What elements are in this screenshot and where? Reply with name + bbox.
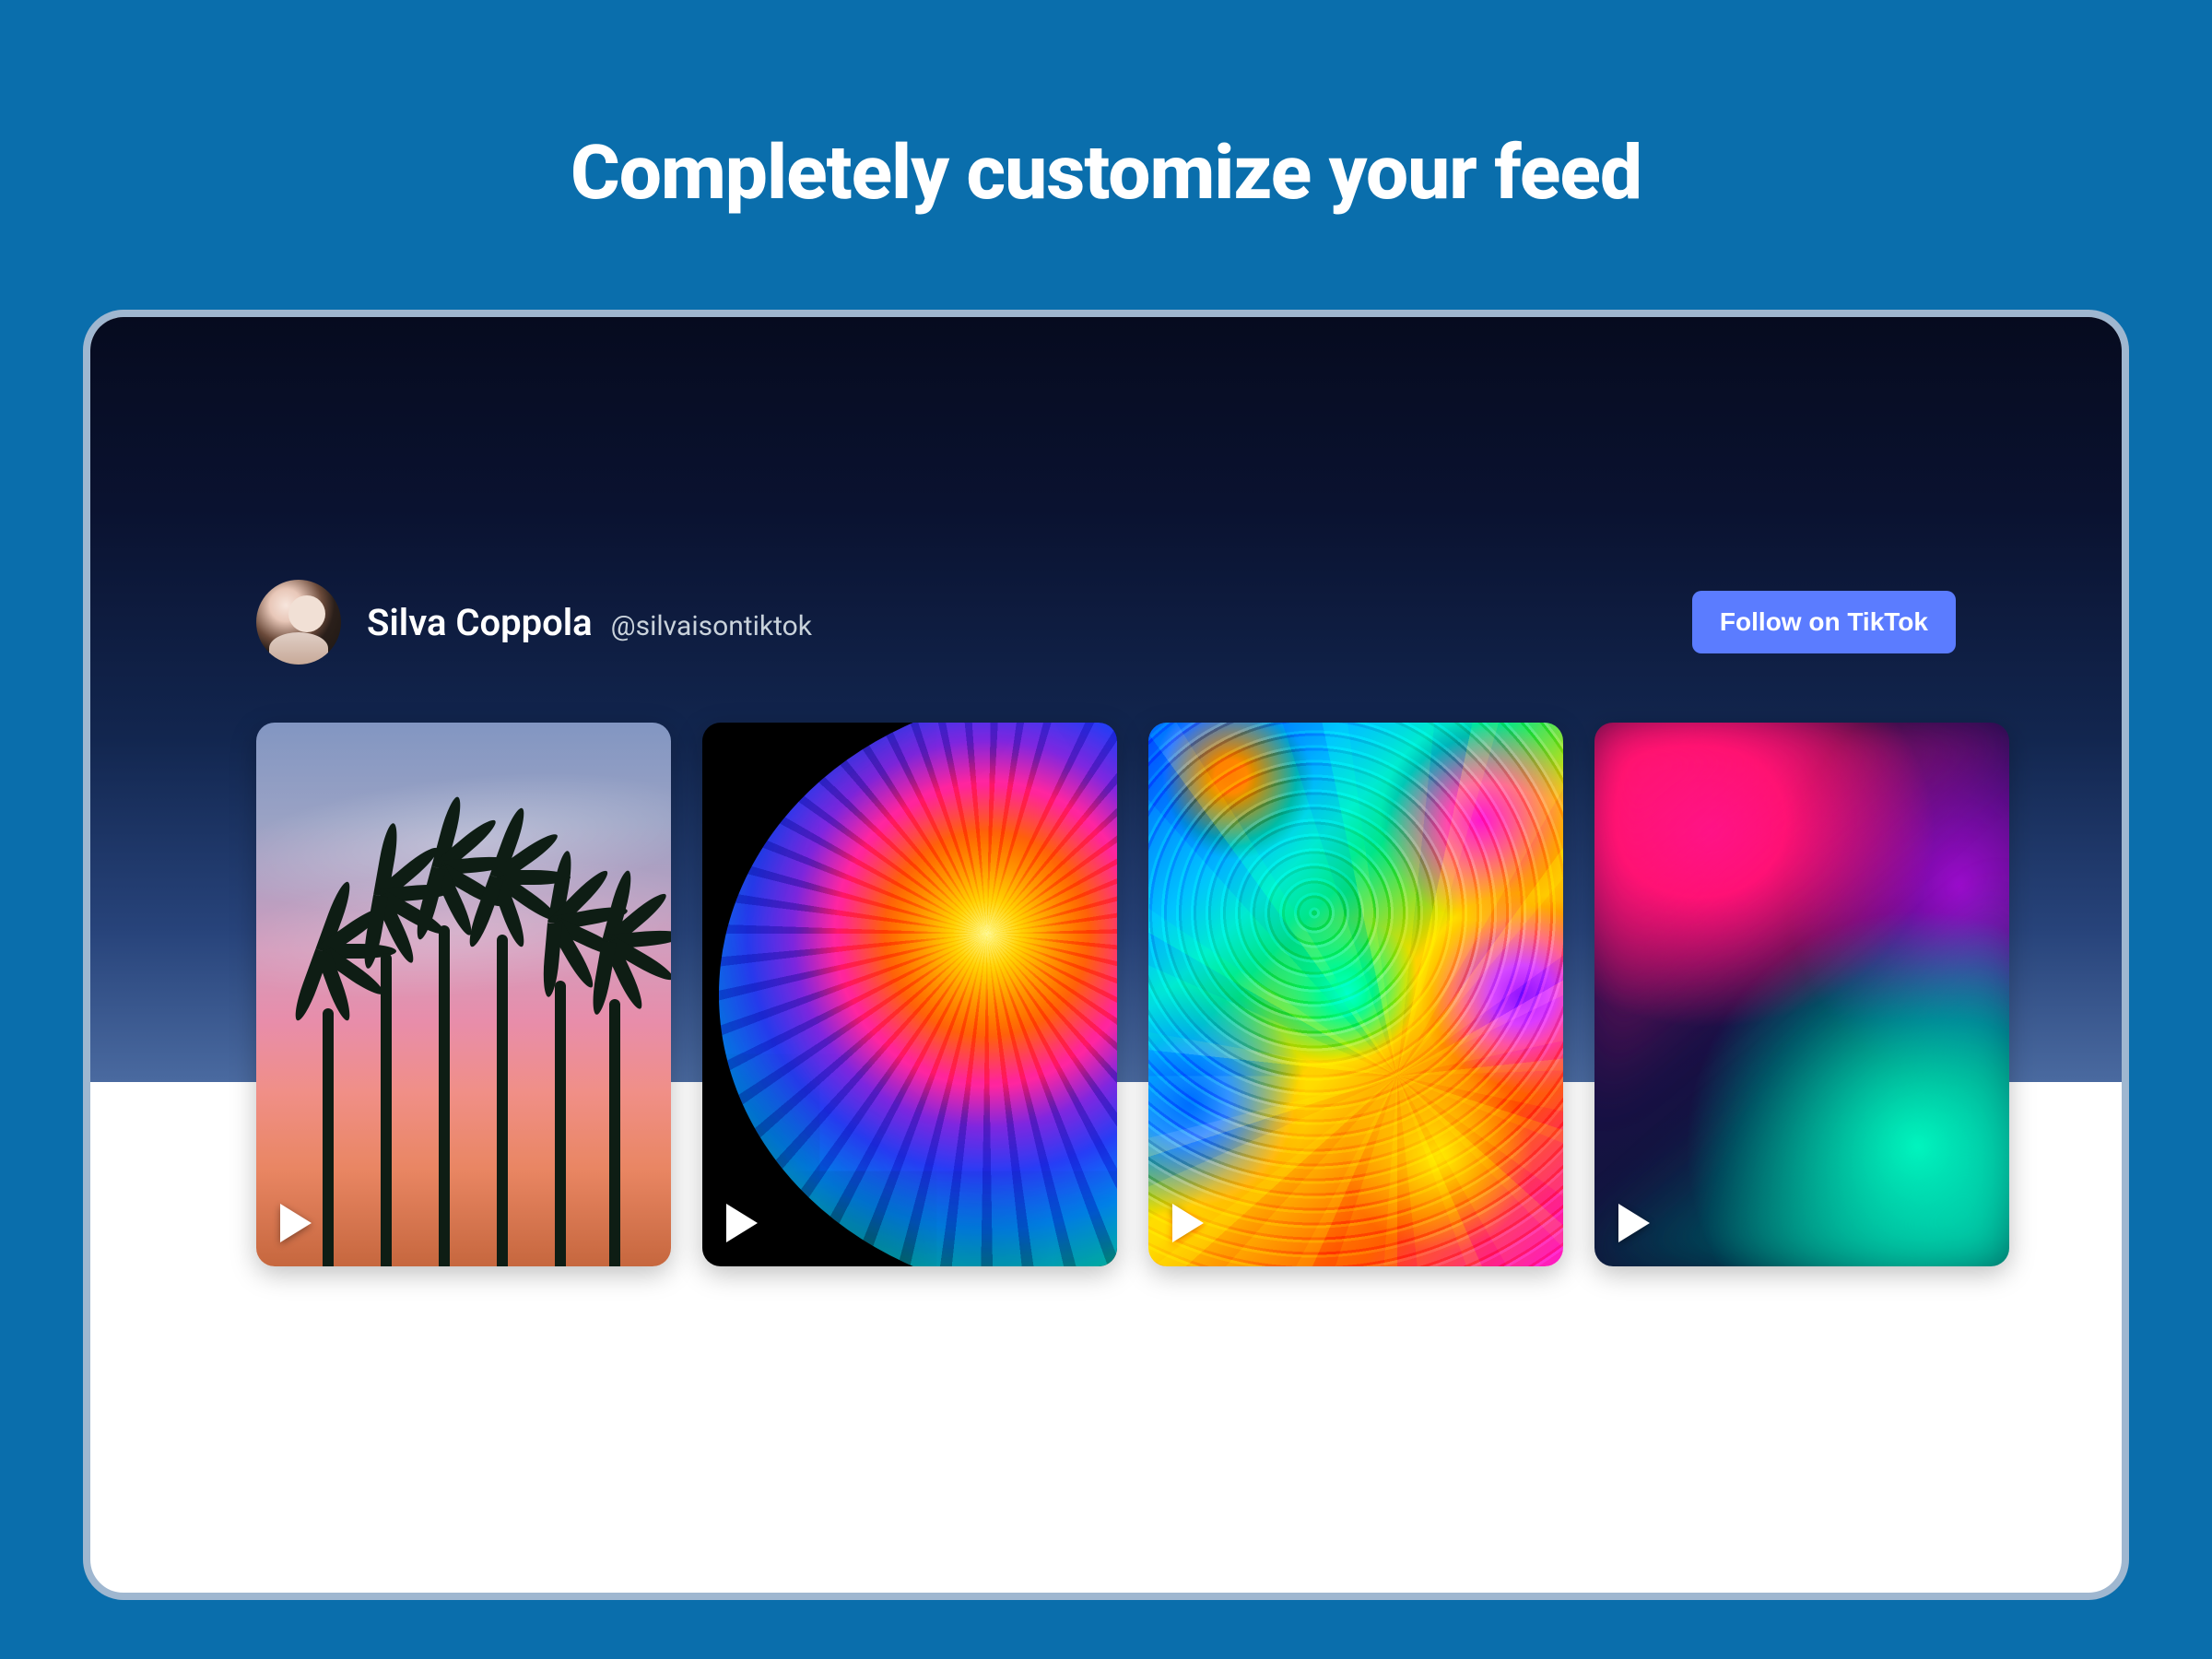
video-tile-row [256, 723, 1956, 1266]
page: Completely customize your feed Silva Cop… [0, 0, 2212, 1659]
profile-name: Silva Coppola [367, 601, 593, 644]
page-heading: Completely customize your feed [571, 129, 1641, 218]
follow-button[interactable]: Follow on TikTok [1692, 591, 1956, 653]
play-icon [726, 1204, 758, 1242]
video-tile[interactable] [702, 723, 1117, 1266]
avatar[interactable] [256, 580, 341, 665]
profile-handle: @silvaisontiktok [611, 610, 812, 642]
video-tile[interactable] [1148, 723, 1563, 1266]
profile-text: Silva Coppola @silvaisontiktok [367, 601, 812, 644]
play-icon [280, 1204, 312, 1242]
profile-row: Silva Coppola @silvaisontiktok Follow on… [256, 580, 1956, 665]
play-icon [1172, 1204, 1204, 1242]
video-tile[interactable] [1594, 723, 2009, 1266]
feed-preview-window: Silva Coppola @silvaisontiktok Follow on… [83, 310, 2129, 1600]
video-tile[interactable] [256, 723, 671, 1266]
play-icon [1618, 1204, 1650, 1242]
